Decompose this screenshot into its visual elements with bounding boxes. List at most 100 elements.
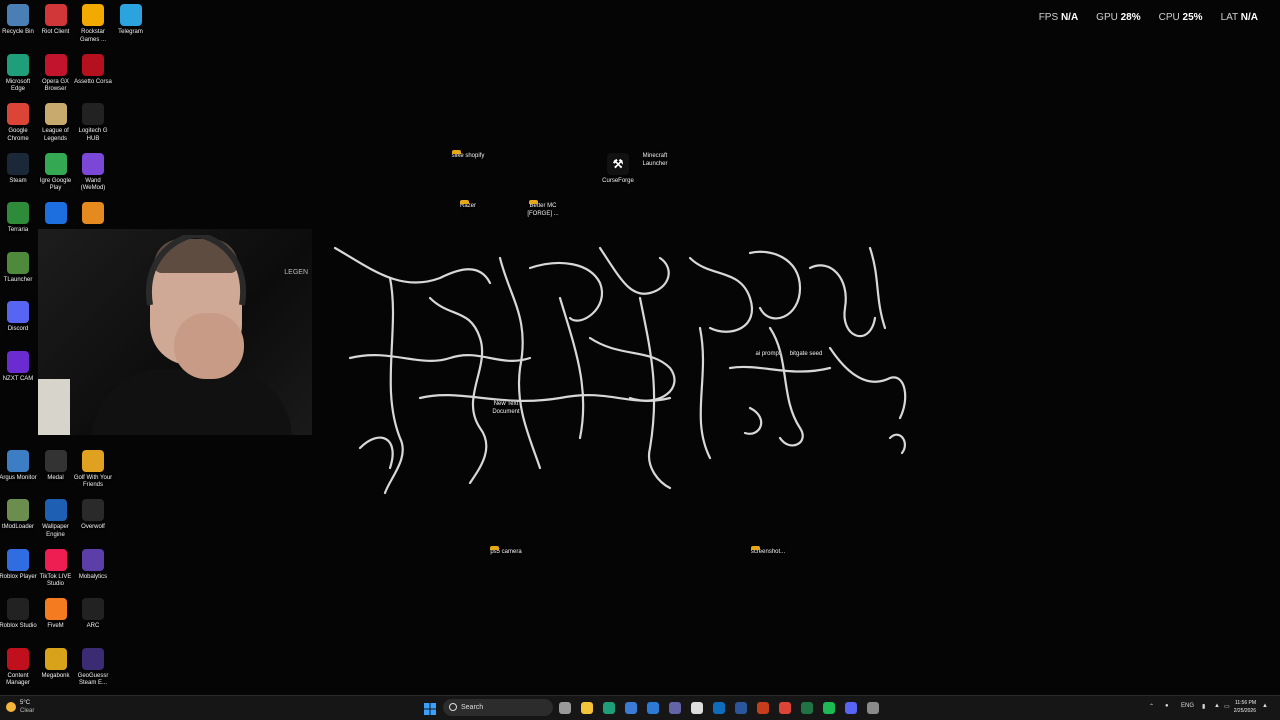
teams-icon[interactable] (669, 702, 681, 714)
desktop-file-label: Minecraft Launcher (642, 153, 668, 167)
start-button[interactable] (424, 702, 436, 715)
nzxt-cam-icon (7, 350, 29, 373)
content-manager-icon (7, 647, 29, 670)
desktop-file-label: ai prompt (755, 351, 781, 357)
outlook-icon[interactable] (713, 702, 725, 714)
desktop-shortcut-label: Medal (47, 474, 64, 481)
desktop-shortcut[interactable]: Recycle Bin (0, 4, 38, 37)
discord-taskbar-icon[interactable] (845, 702, 857, 714)
spotify-icon[interactable] (823, 702, 835, 714)
taskbar: 5°C Clear Search ⌃ ● ENG ▮ ▲ ▭ 11:56 PM … (0, 695, 1280, 720)
desktop-shortcut[interactable]: Microsoft Edge (0, 53, 38, 94)
microphone-icon[interactable]: ● (1165, 703, 1169, 709)
desktop-shortcut[interactable]: Logitech G HUB (73, 103, 113, 143)
volume-icon[interactable]: ▲ (1214, 703, 1220, 709)
clock[interactable]: 11:56 PM 2/25/2026 (1228, 699, 1256, 715)
desktop-file[interactable]: Better MC [FORGE] ... (523, 203, 563, 218)
network-icon[interactable]: ▮ (1202, 703, 1205, 710)
desktop-shortcut[interactable]: TikTok LIVE Studio (36, 548, 76, 589)
desktop-shortcut[interactable]: Rockstar Games ... (73, 4, 113, 44)
desktop-shortcut[interactable]: Mobalytics (73, 548, 113, 582)
geoguessr-icon (82, 647, 104, 670)
desktop-shortcut[interactable]: League of Legends (36, 103, 76, 143)
person-hand (174, 313, 244, 379)
logitech-g-hub-icon (82, 103, 104, 125)
excel-icon[interactable] (801, 702, 813, 714)
desktop-shortcut[interactable]: Terraria (0, 202, 38, 235)
desktop-file[interactable]: ai prompt (748, 351, 788, 359)
desktop-file[interactable]: slike shopify (448, 153, 488, 161)
desktop-shortcut[interactable]: Wallpaper Engine (36, 499, 76, 539)
file-explorer-icon[interactable] (581, 702, 593, 714)
desktop-shortcut-label: FiveM (47, 623, 64, 629)
webcam-overlay-text: LEGEN (284, 269, 308, 276)
desktop-shortcut[interactable]: Discord (0, 301, 38, 334)
desktop-file[interactable]: screenshot... (748, 549, 788, 557)
mobalytics-icon (82, 548, 104, 571)
desktop-shortcut-label: Recycle Bin (2, 29, 34, 35)
wallpaper-graffiti-logo (333, 246, 907, 495)
desktop-shortcut-label: Telegram (118, 29, 143, 35)
desktop-file[interactable]: Minecraft Launcher (635, 153, 675, 168)
desktop-shortcut[interactable]: NZXT CAM (0, 350, 38, 384)
desktop-shortcut[interactable]: Wand (WeMod) (73, 152, 113, 193)
edge-icon (7, 53, 29, 76)
tray-chevron-icon[interactable]: ⌃ (1149, 703, 1154, 710)
fivem-icon (44, 598, 67, 620)
taskbar-search[interactable]: Search (443, 699, 553, 716)
desktop-shortcut[interactable]: TLauncher (0, 251, 38, 285)
powerpoint-icon[interactable] (757, 702, 769, 714)
desktop-shortcut[interactable]: Megabonk (36, 647, 76, 681)
desktop-shortcut-label: Wallpaper Engine (42, 524, 69, 538)
desktop-file[interactable]: ⚒ CurseForge (598, 153, 638, 186)
desktop-shortcut[interactable]: Overwolf (73, 499, 113, 532)
desktop-file[interactable]: Razer (448, 203, 488, 211)
desktop-shortcut-label: Rockstar Games ... (79, 29, 106, 43)
desktop-shortcut[interactable] (73, 202, 113, 227)
clock-time: 11:56 PM (1234, 700, 1256, 706)
desktop-shortcut[interactable]: Medal (36, 449, 76, 483)
desktop-shortcut[interactable]: Riot Client (36, 4, 76, 37)
task-view-icon[interactable] (559, 702, 571, 714)
settings-icon[interactable] (867, 702, 879, 714)
megabonk-icon (44, 647, 67, 670)
terraria-icon (7, 202, 29, 224)
desktop-shortcut[interactable]: Telegram (111, 4, 151, 37)
desktop-file[interactable]: bitgate seed (786, 351, 826, 359)
desktop-shortcut[interactable]: ARC (73, 598, 113, 631)
desktop-shortcut[interactable]: FiveM (36, 598, 76, 631)
curseforge-icon: ⚒ (607, 153, 629, 175)
roblox-player-icon (7, 548, 29, 571)
webcam-feed: LEGEN (38, 229, 312, 435)
desktop-shortcut[interactable]: tModLoader (0, 499, 38, 532)
desktop-shortcut[interactable]: Argus Monitor (0, 449, 38, 483)
notification-bell-icon[interactable]: ▲ (1262, 703, 1268, 709)
desktop-shortcut[interactable]: Google Chrome (0, 103, 38, 143)
desktop-shortcut[interactable]: Content Manager (0, 647, 38, 688)
desktop-shortcut-label: NZXT CAM (2, 375, 34, 382)
desktop-shortcut[interactable]: Steam (0, 152, 38, 186)
desktop-file[interactable]: ps5 camera (486, 549, 526, 557)
chrome-taskbar-icon[interactable] (779, 702, 791, 714)
calendar-icon[interactable] (647, 702, 659, 714)
desktop-shortcut[interactable] (36, 202, 76, 227)
desktop-shortcut[interactable]: GeoGuessr Steam E... (73, 647, 113, 688)
desktop-shortcut[interactable]: Golf With Your Friends (73, 449, 113, 490)
desktop-shortcut[interactable]: Igre Google Play (36, 152, 76, 193)
weather-temp: 5°C (20, 700, 31, 706)
language-indicator[interactable]: ENG (1181, 703, 1194, 709)
desktop-file-label: Better MC [FORGE] ... (527, 203, 559, 217)
tlauncher-icon (7, 251, 29, 274)
edge-taskbar-icon[interactable] (603, 702, 615, 714)
desktop-file[interactable]: New Text Document (486, 401, 526, 416)
windows-logo-icon (424, 703, 436, 715)
weather-widget[interactable]: 5°C Clear (6, 699, 50, 717)
notepad-icon[interactable] (691, 702, 703, 714)
microsoft-store-icon[interactable] (625, 702, 637, 714)
word-icon[interactable] (735, 702, 747, 714)
desktop-shortcut[interactable]: Opera GX Browser (36, 53, 76, 94)
desktop-shortcut[interactable]: Roblox Studio (0, 598, 38, 631)
desktop-shortcut[interactable]: Roblox Player (0, 548, 38, 582)
fps-readout: FPS N/A (1038, 12, 1079, 23)
desktop-shortcut[interactable]: Assetto Corsa (73, 53, 113, 87)
